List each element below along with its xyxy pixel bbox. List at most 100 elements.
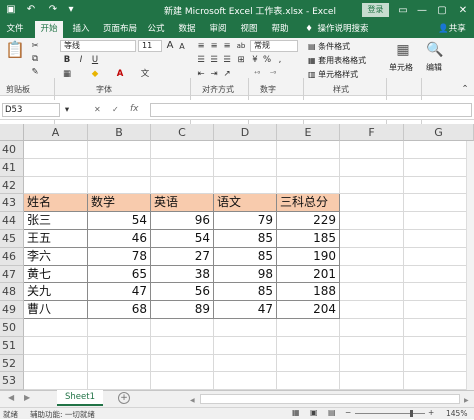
cell-G53[interactable]: [404, 372, 474, 391]
tab-page-layout[interactable]: 页面布局: [99, 21, 141, 38]
cell-F41[interactable]: [340, 158, 404, 177]
wrap-text-icon[interactable]: ab: [236, 41, 246, 51]
column-header[interactable]: B: [88, 124, 151, 141]
cell-C41[interactable]: [151, 158, 214, 177]
cell-B40[interactable]: [88, 141, 151, 159]
decrease-indent-icon[interactable]: ⇤: [196, 69, 206, 79]
zoom-slider-thumb[interactable]: [410, 410, 413, 417]
row-header[interactable]: 41: [0, 158, 24, 177]
row-header[interactable]: 53: [0, 372, 24, 391]
cell-B47[interactable]: 65: [88, 265, 151, 284]
borders-icon[interactable]: ▦: [62, 69, 72, 79]
row-header[interactable]: 43: [0, 194, 24, 213]
font-color-icon[interactable]: A: [115, 69, 125, 79]
cell-A48[interactable]: 关九: [24, 283, 88, 302]
cell-D44[interactable]: 79: [214, 212, 277, 230]
cell-C45[interactable]: 54: [151, 230, 214, 248]
minimize-icon[interactable]: —: [413, 2, 431, 19]
cell-C52[interactable]: [151, 354, 214, 373]
cell-D53[interactable]: [214, 372, 277, 391]
cell-C47[interactable]: 38: [151, 265, 214, 284]
cell-B46[interactable]: 78: [88, 247, 151, 266]
cell-F44[interactable]: [340, 212, 404, 230]
cell-E44[interactable]: 229: [277, 212, 340, 230]
cell-F51[interactable]: [340, 336, 404, 355]
cell-F45[interactable]: [340, 230, 404, 248]
comma-style-icon[interactable]: ,: [275, 55, 285, 65]
cell-F48[interactable]: [340, 283, 404, 302]
align-top-icon[interactable]: ≡: [196, 41, 206, 51]
tab-view[interactable]: 视图: [236, 21, 262, 38]
cell-E50[interactable]: [277, 319, 340, 337]
align-right-icon[interactable]: ☰: [222, 55, 232, 65]
cell-D49[interactable]: 47: [214, 301, 277, 319]
column-header[interactable]: C: [151, 124, 214, 141]
name-box-dropdown-icon[interactable]: ▾: [62, 105, 72, 115]
cell-B52[interactable]: [88, 354, 151, 373]
cell-F52[interactable]: [340, 354, 404, 373]
cell-E46[interactable]: 190: [277, 247, 340, 266]
cut-icon[interactable]: ✂: [30, 41, 40, 51]
cell-E47[interactable]: 201: [277, 265, 340, 284]
phonetic-icon[interactable]: 文: [140, 69, 150, 79]
cell-C40[interactable]: [151, 141, 214, 159]
cell-G47[interactable]: [404, 265, 474, 284]
percent-icon[interactable]: %: [262, 55, 272, 65]
row-header[interactable]: 42: [0, 176, 24, 195]
row-header[interactable]: 45: [0, 230, 24, 248]
cell-A42[interactable]: [24, 176, 88, 195]
column-header[interactable]: G: [404, 124, 474, 141]
row-header[interactable]: 44: [0, 212, 24, 230]
cell-B43[interactable]: 数学: [88, 194, 151, 213]
cell-G46[interactable]: [404, 247, 474, 266]
hscroll-right-icon[interactable]: ▶: [464, 397, 470, 404]
align-middle-icon[interactable]: ≡: [209, 41, 219, 51]
format-as-table-button[interactable]: ▦ 套用表格格式: [308, 55, 366, 66]
cell-B51[interactable]: [88, 336, 151, 355]
cell-C44[interactable]: 96: [151, 212, 214, 230]
search-icon[interactable]: 🔍: [425, 42, 445, 58]
cell-G51[interactable]: [404, 336, 474, 355]
cell-G41[interactable]: [404, 158, 474, 177]
sheet-tab-sheet1[interactable]: Sheet1: [57, 390, 103, 406]
tab-home[interactable]: 开始: [35, 21, 63, 38]
zoom-out-icon[interactable]: −: [345, 408, 351, 417]
cell-D48[interactable]: 85: [214, 283, 277, 302]
maximize-icon[interactable]: ▢: [433, 2, 451, 19]
row-header[interactable]: 47: [0, 265, 24, 284]
number-format-select[interactable]: 常规: [250, 40, 298, 52]
increase-indent-icon[interactable]: ⇥: [209, 69, 219, 79]
cell-D41[interactable]: [214, 158, 277, 177]
cell-A53[interactable]: [24, 372, 88, 391]
cell-D45[interactable]: 85: [214, 230, 277, 248]
cell-C49[interactable]: 89: [151, 301, 214, 319]
align-center-icon[interactable]: ☰: [209, 55, 219, 65]
cell-C46[interactable]: 27: [151, 247, 214, 266]
cell-D42[interactable]: [214, 176, 277, 195]
zoom-slider[interactable]: [355, 413, 425, 414]
cells-icon[interactable]: ▦: [390, 42, 416, 58]
cell-A43[interactable]: 姓名: [24, 194, 88, 213]
save-icon[interactable]: ▣: [4, 3, 18, 17]
bold-icon[interactable]: B: [62, 55, 72, 65]
cell-E40[interactable]: [277, 141, 340, 159]
cell-D47[interactable]: 98: [214, 265, 277, 284]
font-name-select[interactable]: 等线: [60, 40, 136, 52]
cell-B45[interactable]: 46: [88, 230, 151, 248]
decrease-decimal-icon[interactable]: ⁻⁰: [268, 69, 278, 79]
cell-E41[interactable]: [277, 158, 340, 177]
tab-insert[interactable]: 插入: [68, 21, 94, 38]
cell-A40[interactable]: [24, 141, 88, 159]
increase-decimal-icon[interactable]: ⁺⁰: [252, 69, 262, 79]
cell-A45[interactable]: 王五: [24, 230, 88, 248]
cell-B48[interactable]: 47: [88, 283, 151, 302]
customize-quick-access-icon[interactable]: ▾: [64, 3, 78, 17]
merge-center-icon[interactable]: ⊞: [236, 55, 246, 65]
row-header[interactable]: 46: [0, 247, 24, 266]
cell-G43[interactable]: [404, 194, 474, 213]
cell-A50[interactable]: [24, 319, 88, 337]
cell-C53[interactable]: [151, 372, 214, 391]
column-header[interactable]: F: [340, 124, 404, 141]
cell-G50[interactable]: [404, 319, 474, 337]
cell-G49[interactable]: [404, 301, 474, 319]
